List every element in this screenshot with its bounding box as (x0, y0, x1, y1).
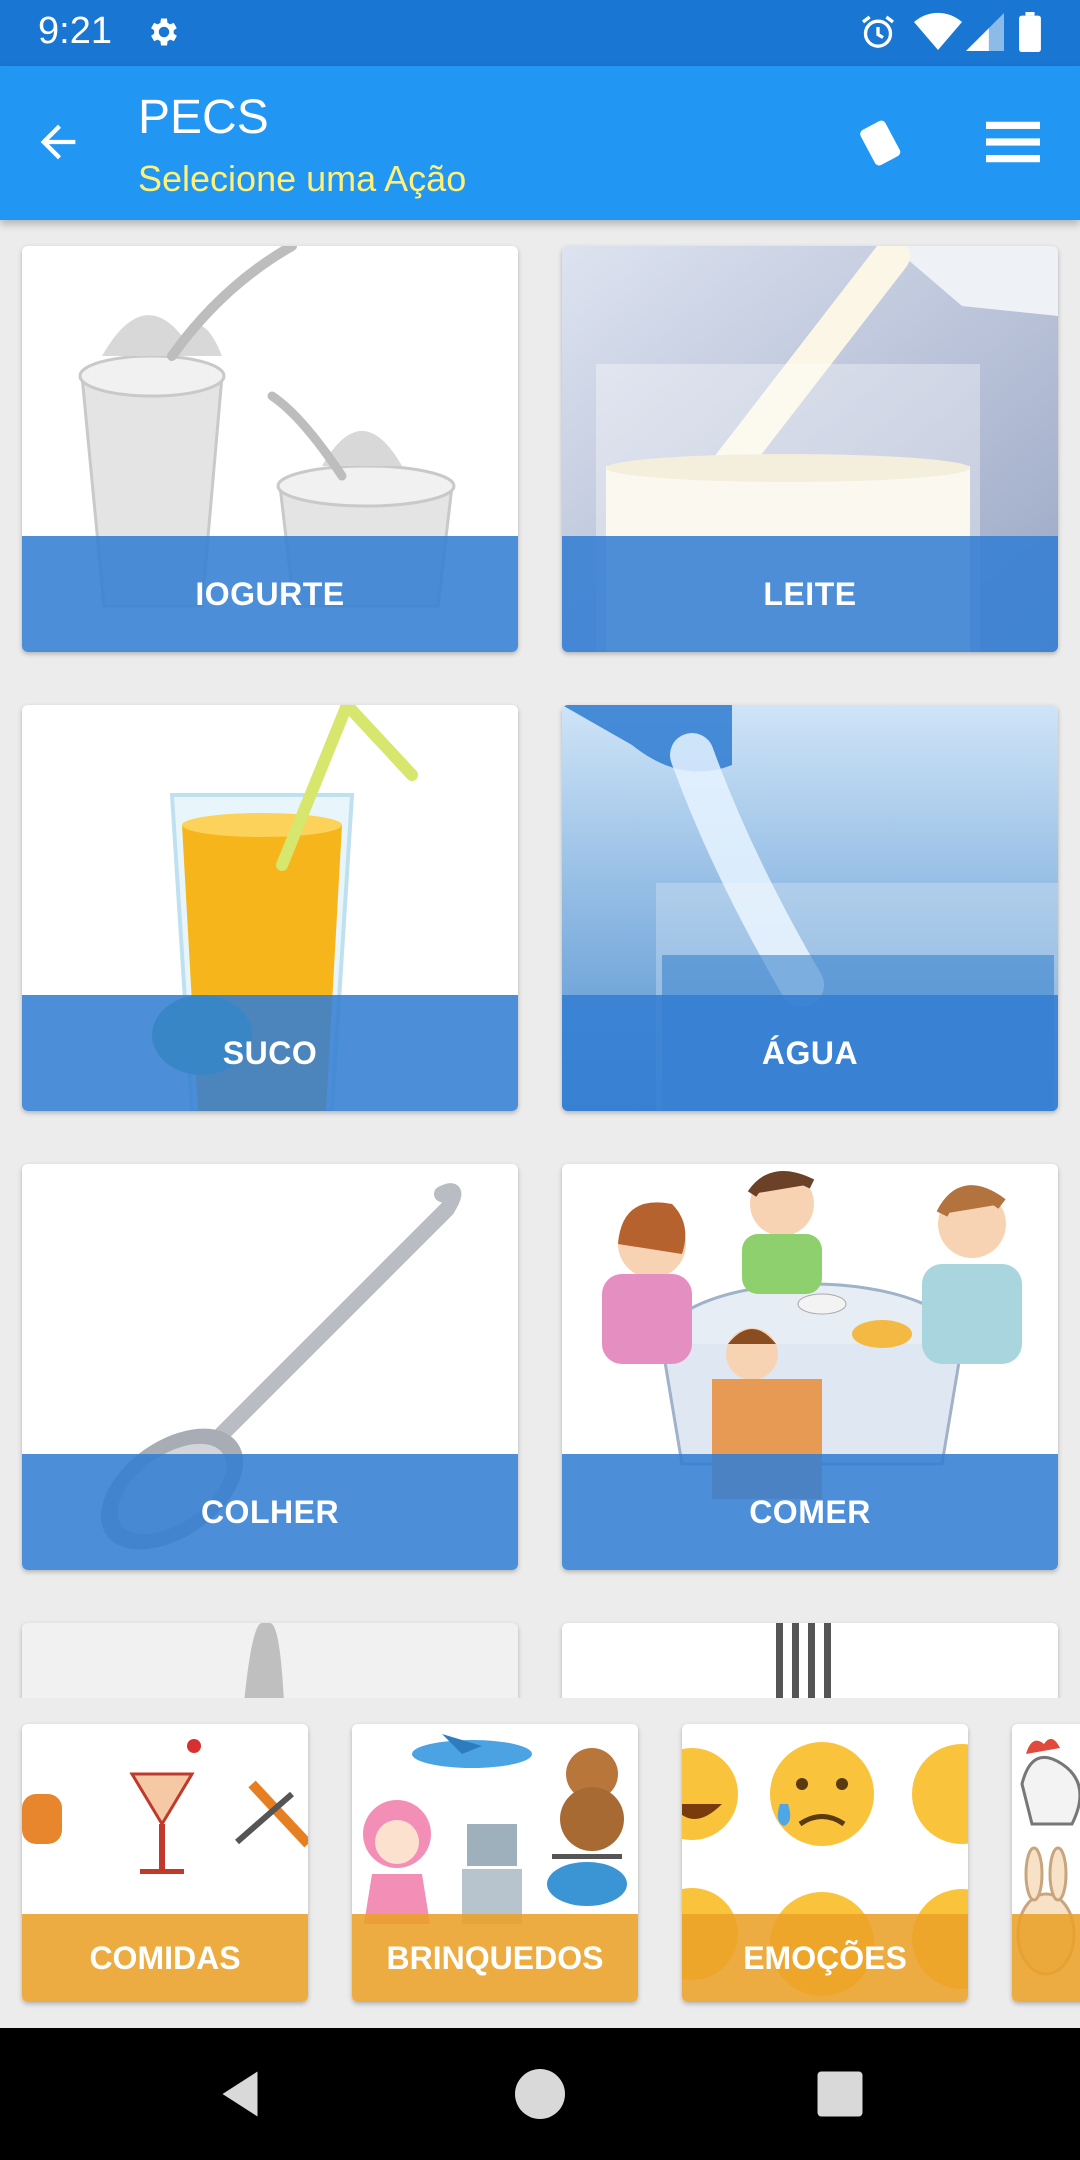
category-comidas[interactable]: COMIDAS (22, 1724, 308, 2002)
card-partial-knife[interactable] (22, 1623, 518, 1698)
category-brinquedos[interactable]: BRINQUEDOS (352, 1724, 638, 2002)
category-label-partial (1012, 1914, 1080, 2002)
category-label: BRINQUEDOS (352, 1914, 638, 2002)
card-suco[interactable]: SUCO (22, 705, 518, 1111)
category-strip[interactable]: COMIDAS BRINQUEDOS EMOÇÕES (0, 1698, 1080, 2028)
back-arrow-icon[interactable] (32, 116, 84, 168)
nav-home-icon[interactable] (510, 2064, 570, 2124)
category-label: COMIDAS (22, 1914, 308, 2002)
page-subtitle: Selecione uma Ação (138, 158, 467, 199)
status-bar: 9:21 (0, 0, 1080, 66)
card-label: COLHER (22, 1454, 518, 1570)
wifi-icon (914, 12, 962, 51)
cellular-signal-icon (966, 13, 1004, 51)
battery-icon (1019, 12, 1041, 52)
card-leite[interactable]: LEITE (562, 246, 1058, 652)
settings-gear-icon (151, 18, 177, 46)
fork-icon (776, 1623, 831, 1698)
card-label: IOGURTE (22, 536, 518, 652)
card-agua[interactable]: ÁGUA (562, 705, 1058, 1111)
card-icon[interactable] (854, 114, 910, 170)
card-iogurte[interactable]: IOGURTE (22, 246, 518, 652)
system-nav-bar (0, 2028, 1080, 2160)
menu-icon[interactable] (986, 118, 1040, 166)
card-colher[interactable]: COLHER (22, 1164, 518, 1570)
category-label: EMOÇÕES (682, 1914, 968, 2002)
knife-icon (244, 1623, 284, 1698)
category-emocoes[interactable]: EMOÇÕES (682, 1724, 968, 2002)
card-partial-fork[interactable] (562, 1623, 1058, 1698)
app-bar: PECS Selecione uma Ação (0, 66, 1080, 220)
category-partial-animals[interactable] (1012, 1724, 1080, 2002)
card-grid: IOGURTE LEITE SUCO ÁGUA COLHER COMER (0, 220, 1080, 1698)
alarm-icon (862, 15, 894, 48)
card-label: LEITE (562, 536, 1058, 652)
card-comer[interactable]: COMER (562, 1164, 1058, 1570)
card-label: SUCO (22, 995, 518, 1111)
card-label: COMER (562, 1454, 1058, 1570)
page-title: PECS (138, 91, 269, 144)
nav-recents-icon[interactable] (810, 2064, 870, 2124)
status-time: 9:21 (38, 10, 112, 52)
nav-back-icon[interactable] (210, 2064, 270, 2124)
card-label: ÁGUA (562, 995, 1058, 1111)
